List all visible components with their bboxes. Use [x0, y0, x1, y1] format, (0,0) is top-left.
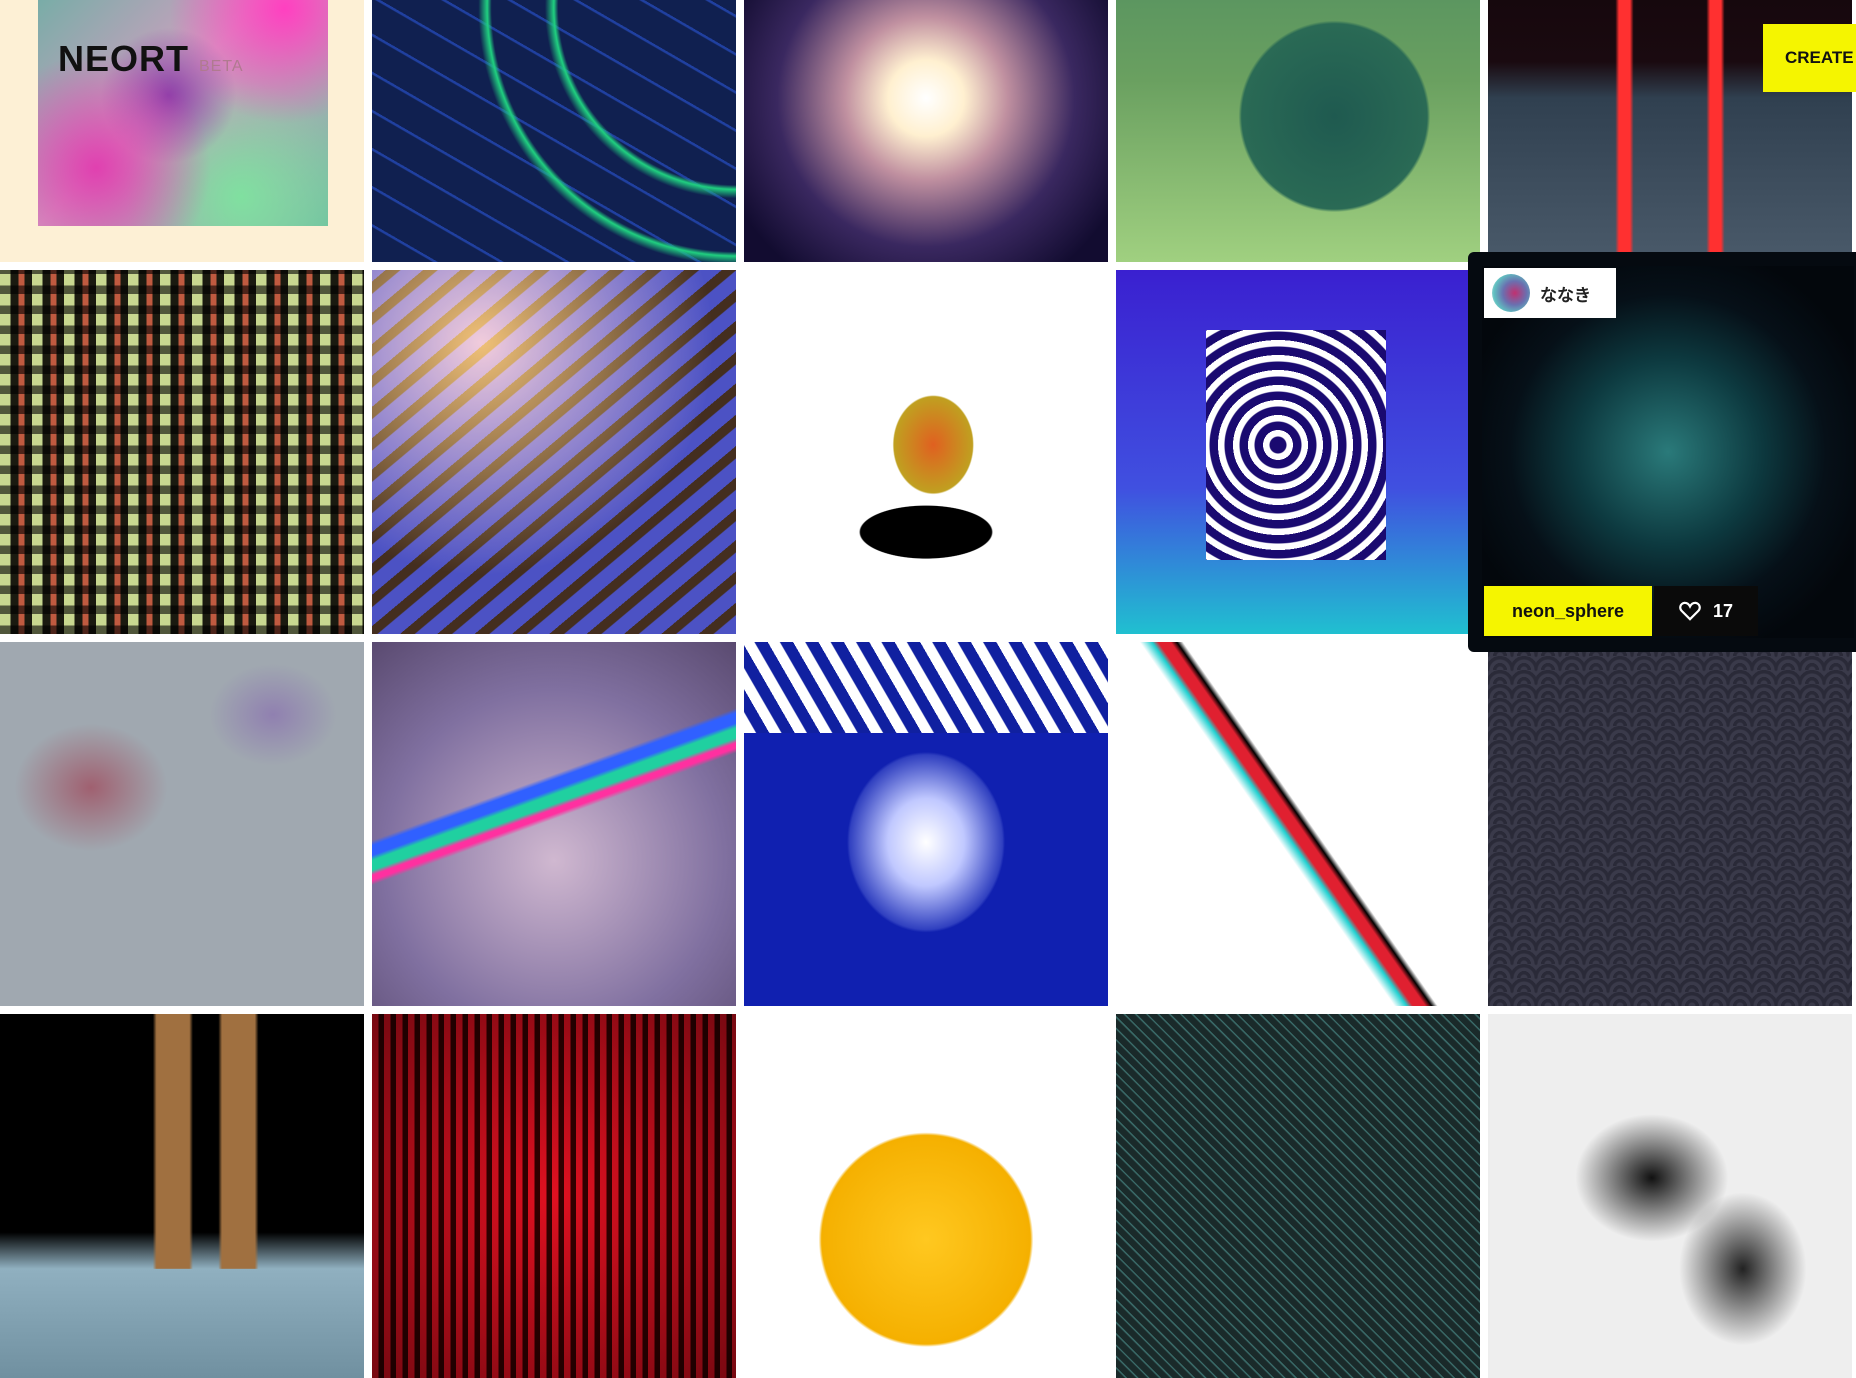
artwork-striped-blobs[interactable] — [1116, 270, 1480, 634]
artwork-glitch-line[interactable] — [1116, 642, 1480, 1006]
artwork-voxel-polyhedron[interactable] — [744, 270, 1108, 634]
avatar — [1492, 274, 1530, 312]
like-count: 17 — [1712, 600, 1734, 621]
site-logo-tile[interactable]: NEORT BETA — [0, 0, 364, 262]
create-button[interactable]: CREATE — [1763, 24, 1856, 92]
gradient-art — [38, 0, 328, 226]
artwork-title[interactable]: neon_sphere — [1484, 586, 1652, 636]
username: ななき — [1540, 285, 1591, 305]
artwork-circuit-pattern[interactable] — [0, 270, 364, 634]
logo-text: NEORT — [58, 38, 189, 79]
neort-logo[interactable]: NEORT BETA — [58, 38, 244, 80]
user-chip[interactable]: ななき — [1484, 268, 1616, 318]
like-button[interactable]: 17 — [1654, 586, 1758, 636]
artwork-thinking-face[interactable] — [744, 1014, 1108, 1378]
hover-card-neon-sphere[interactable]: ななき neon_sphere 17 — [1468, 252, 1856, 652]
artwork-neon-sphere — [1482, 266, 1854, 638]
artwork-blue-fractal[interactable] — [372, 270, 736, 634]
artwork-seigaiha[interactable] — [1488, 642, 1852, 1006]
beta-badge: BETA — [199, 58, 244, 75]
artwork-glowing-orb[interactable] — [744, 0, 1108, 262]
artwork-neon-cubes[interactable] — [372, 0, 736, 262]
artwork-red-fractal[interactable] — [372, 1014, 736, 1378]
artwork-voxel-garden[interactable] — [1116, 0, 1480, 262]
artwork-rainbow-ribbons[interactable] — [372, 642, 736, 1006]
artwork-soft-cubes[interactable] — [0, 642, 364, 1006]
artwork-chrome-blob[interactable] — [744, 642, 1108, 1006]
artwork-ink-smoke[interactable] — [1488, 1014, 1852, 1378]
artwork-geometric-weave[interactable] — [1116, 1014, 1480, 1378]
artwork-wooden-blocks[interactable] — [0, 1014, 364, 1378]
artwork-grid: NEORT BETA — [0, 0, 1852, 1378]
heart-icon — [1679, 601, 1701, 621]
